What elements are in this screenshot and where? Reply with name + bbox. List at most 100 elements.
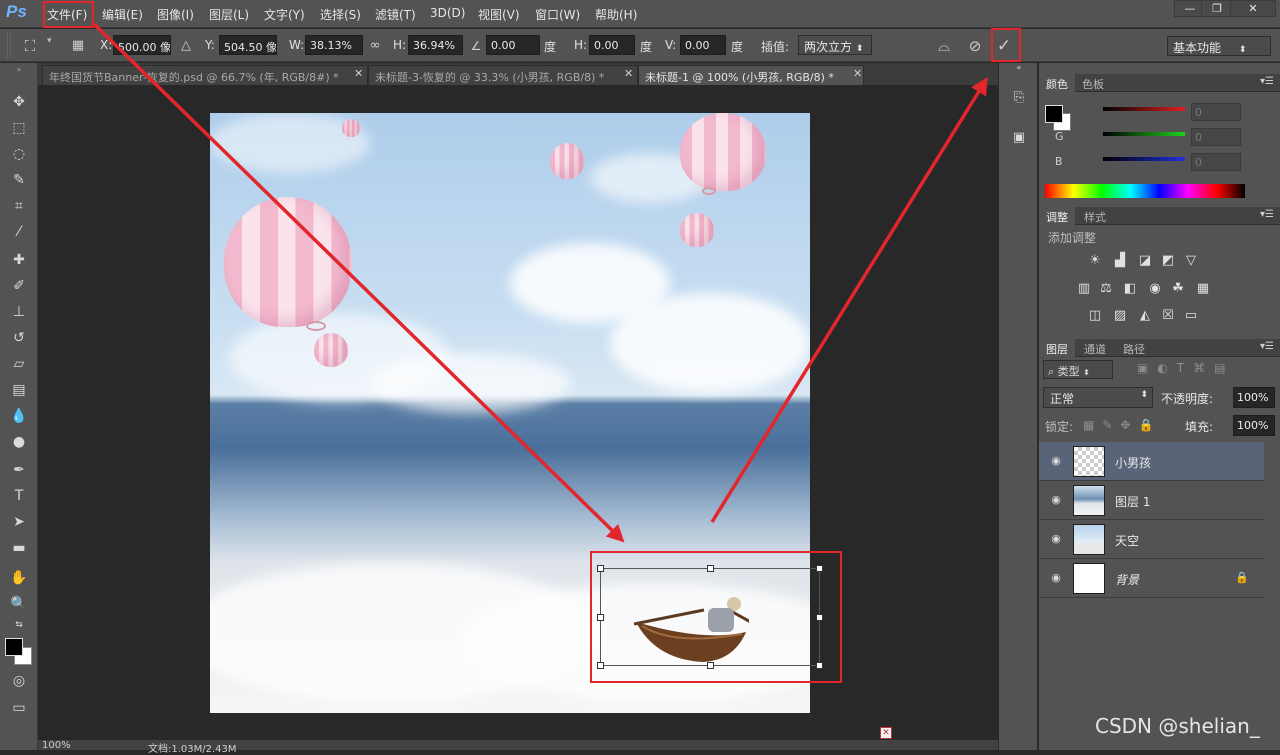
layer-row-layer1[interactable]: ◉ 图层 1 [1039,481,1264,520]
close-button[interactable]: ✕ [1230,0,1276,17]
panel-menu-icon[interactable]: ▾☰ [1260,341,1274,352]
transform-tool-icon[interactable]: ⛶ [20,36,40,56]
blue-gradient[interactable] [1103,157,1185,161]
workspace-select[interactable]: 基本功能 ⬍ [1167,36,1271,56]
bw-icon[interactable]: ◧ [1121,281,1139,297]
red-slider[interactable]: R 0 [1045,103,1241,125]
link-icon[interactable]: ∞ [365,36,385,56]
opacity-field[interactable]: 100% [1233,387,1275,408]
menu-filter[interactable]: 滤镜(T) [375,6,416,23]
layer-row-sky[interactable]: ◉ 天空 [1039,520,1264,559]
tab-layers[interactable]: 图层 [1039,339,1075,357]
tab-document-active[interactable]: 未标题-1 @ 100% (小男孩, RGB/8) * [638,65,864,85]
blend-mode-select[interactable]: 正常 ⬍ [1043,387,1153,408]
quick-mask-icon[interactable]: ◎ [6,670,32,693]
color-spectrum-ramp[interactable] [1045,184,1245,198]
menu-view[interactable]: 视图(V) [478,6,520,23]
green-value[interactable]: 0 [1191,128,1241,146]
zoom-tool-icon[interactable]: 🔍 [6,593,32,616]
reference-point-icon[interactable]: ▦ [68,36,88,56]
vibrance-icon[interactable]: ▽ [1182,253,1200,269]
height-field[interactable]: 36.94% [408,35,463,55]
tab-channels[interactable]: 通道 [1077,339,1113,357]
channel-mixer-icon[interactable]: ☘ [1169,281,1187,297]
clone-stamp-tool-icon[interactable]: ⊥ [6,301,32,324]
layer-name[interactable]: 天空 [1115,532,1139,549]
red-gradient[interactable] [1103,107,1185,111]
vskew-field[interactable]: 0.00 [680,35,726,55]
menu-select[interactable]: 选择(S) [320,6,361,23]
healing-brush-tool-icon[interactable]: ✚ [6,249,32,272]
gradient-map-icon[interactable]: ▭ [1182,308,1200,324]
tab-document[interactable]: 年终国货节Banner-恢复的.psd @ 66.7% (年, RGB/8#) … [42,65,368,85]
levels-icon[interactable]: ▟ [1111,253,1129,269]
red-value[interactable]: 0 [1191,103,1241,121]
fill-field[interactable]: 100% [1233,415,1275,436]
dock-collapse-icon[interactable]: « [1007,63,1031,73]
eye-icon[interactable]: ◉ [1049,493,1063,507]
hue-icon[interactable]: ▥ [1075,281,1093,297]
path-select-tool-icon[interactable]: ➤ [6,511,32,534]
gradient-tool-icon[interactable]: ▤ [6,379,32,402]
exposure-icon[interactable]: ◩ [1159,253,1177,269]
foreground-color-swatch[interactable] [1045,105,1063,123]
green-slider[interactable]: G 0 [1045,128,1241,150]
panel-menu-icon[interactable]: ▾☰ [1260,209,1274,220]
type-tool-icon[interactable]: T [6,485,32,508]
layer-filter-select[interactable]: ⌕ 类型 ⬍ [1043,360,1113,379]
angle-field[interactable]: 0.00 [486,35,540,55]
toolbar-collapse-icon[interactable]: » [6,65,32,75]
y-field[interactable]: 504.50 像素 [219,35,277,55]
move-tool-icon[interactable]: ✥ [6,91,32,114]
close-icon[interactable]: ✕ [880,727,892,739]
blur-tool-icon[interactable]: 💧 [6,405,32,428]
blue-slider[interactable]: B 0 [1045,153,1241,175]
hand-tool-icon[interactable]: ✋ [6,567,32,590]
menu-edit[interactable]: 编辑(E) [102,6,143,23]
eye-icon[interactable]: ◉ [1049,454,1063,468]
tab-paths[interactable]: 路径 [1116,339,1152,357]
threshold-icon[interactable]: ◭ [1136,308,1154,324]
eraser-tool-icon[interactable]: ▱ [6,353,32,376]
foreground-color-swatch[interactable] [5,638,23,656]
crop-tool-icon[interactable]: ⌗ [6,195,32,218]
warp-mode-icon[interactable]: ⌓ [934,36,954,56]
photo-filter-icon[interactable]: ◉ [1146,281,1164,297]
swap-colors-icon[interactable]: ⇆ [6,618,32,632]
posterize-icon[interactable]: ▨ [1111,308,1129,324]
curves-icon[interactable]: ◪ [1136,253,1154,269]
dodge-tool-icon[interactable]: ● [6,431,32,454]
layer-name[interactable]: 图层 1 [1115,493,1150,510]
layer-filter-icons[interactable]: ▣◐T⌘▤ [1137,361,1234,375]
color-lookup-icon[interactable]: ▦ [1194,281,1212,297]
eyedropper-tool-icon[interactable]: ⁄ [6,221,32,244]
tab-styles[interactable]: 样式 [1077,207,1113,225]
tab-document[interactable]: 未标题-3-恢复的 @ 33.3% (小男孩, RGB/8) * [368,65,638,85]
tab-swatches[interactable]: 色板 [1075,74,1111,92]
green-gradient[interactable] [1103,132,1185,136]
layer-row-background[interactable]: ◉ 背景 🔒 [1039,559,1264,598]
blue-value[interactable]: 0 [1191,153,1241,171]
marquee-tool-icon[interactable]: ⬚ [6,117,32,140]
close-icon[interactable]: ✕ [354,67,363,80]
layer-name[interactable]: 小男孩 [1115,454,1151,471]
screen-mode-icon[interactable]: ▭ [6,697,32,720]
lock-icons[interactable]: ▦✎✥🔒 [1083,418,1161,432]
layer-row-boy[interactable]: ◉ 小男孩 [1039,442,1264,481]
eye-icon[interactable]: ◉ [1049,571,1063,585]
tool-preset-chevron-icon[interactable]: ▾ [47,36,52,46]
selective-color-icon[interactable]: ☒ [1159,308,1177,324]
menu-layer[interactable]: 图层(L) [209,6,249,23]
hskew-field[interactable]: 0.00 [589,35,635,55]
quick-select-tool-icon[interactable]: ✎ [6,169,32,192]
tab-adjustments[interactable]: 调整 [1039,207,1075,225]
history-panel-icon[interactable]: ⎘ [1007,87,1031,109]
interpolation-select[interactable]: 两次立方 ⬍ [798,35,872,55]
menu-image[interactable]: 图像(I) [157,6,194,23]
brush-tool-icon[interactable]: ✐ [6,275,32,298]
menu-type[interactable]: 文字(Y) [264,6,305,23]
layer-name[interactable]: 背景 [1115,571,1139,588]
invert-icon[interactable]: ◫ [1086,308,1104,324]
zoom-readout[interactable]: 100% [42,740,71,751]
history-brush-tool-icon[interactable]: ↺ [6,327,32,350]
